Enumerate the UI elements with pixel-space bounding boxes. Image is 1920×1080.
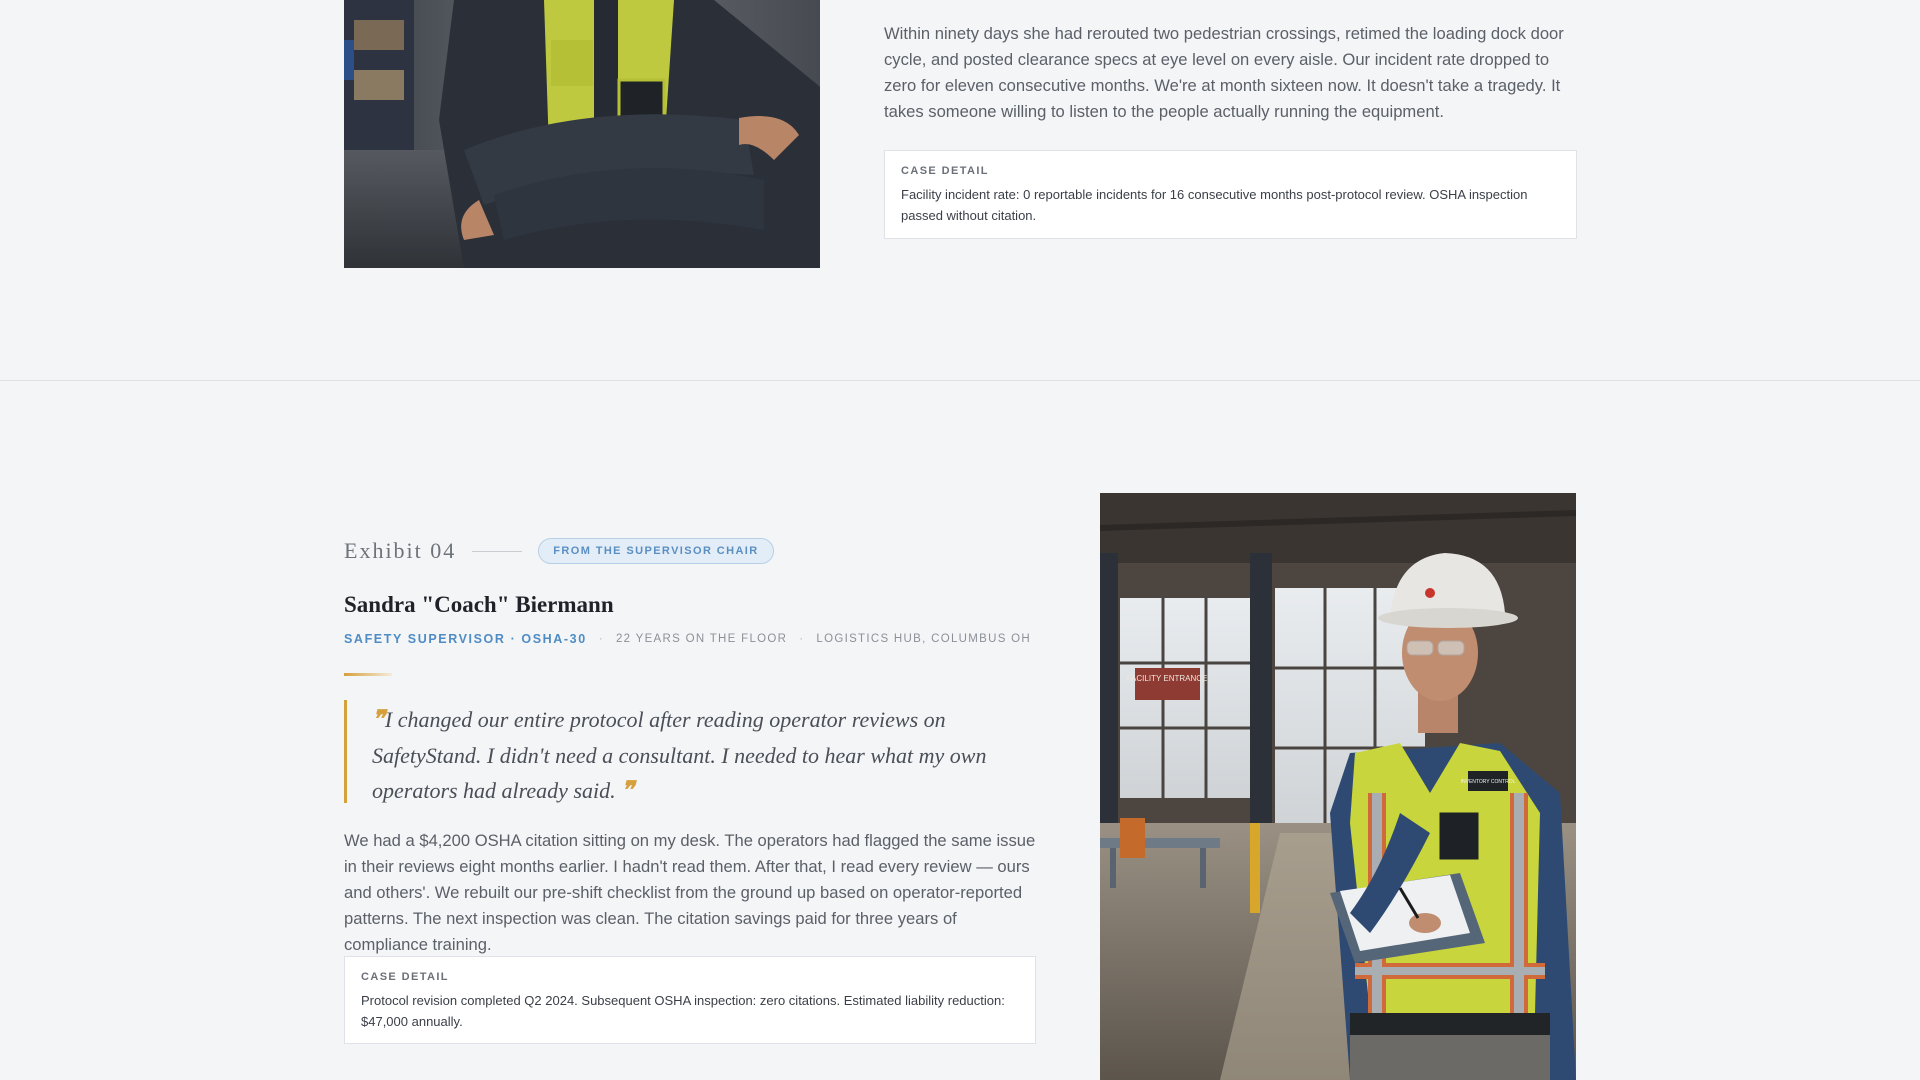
section-divider (0, 380, 1920, 381)
person-meta: SAFETY SUPERVISOR · OSHA-30 · 22 YEARS O… (344, 632, 1031, 646)
case-detail-text: Protocol revision completed Q2 2024. Sub… (361, 993, 1005, 1029)
facility-sign-text: FACILITY ENTRANCE (1127, 674, 1208, 683)
exhibit-03-body: Within ninety days she had rerouted two … (884, 24, 1564, 121)
exhibit-number: Exhibit 04 (344, 538, 457, 563)
case-detail-label: CASE DETAIL (361, 971, 449, 983)
person-location: LOGISTICS HUB, COLUMBUS OH (816, 633, 1032, 645)
open-quote-icon: ❞ (372, 707, 385, 733)
exhibit-04-case-detail: CASE DETAIL Protocol revision completed … (344, 956, 1036, 1044)
close-quote-icon: ❞ (621, 778, 635, 804)
exhibit-header: Exhibit 04 FROM THE SUPERVISOR CHAIR (344, 538, 774, 564)
case-detail-label: CASE DETAIL (901, 165, 989, 177)
person-role: SAFETY SUPERVISOR · OSHA-30 (344, 632, 587, 646)
vest-badge-text: INVENTORY CONTROL (1461, 779, 1516, 785)
exhibit-04-photo: FACILITY ENTRANCE INVENTORY CONTROL (1100, 493, 1576, 1080)
quote-text: I changed our entire protocol after read… (372, 707, 987, 803)
exhibit-03-case-detail: CASE DETAIL Facility incident rate: 0 re… (884, 150, 1577, 239)
case-detail-text: Facility incident rate: 0 reportable inc… (901, 187, 1528, 223)
accent-bar (344, 673, 392, 676)
person-tenure: 22 YEARS ON THE FLOOR (615, 633, 788, 645)
exhibit-03-photo (344, 0, 820, 268)
pull-quote: ❞I changed our entire protocol after rea… (344, 700, 1034, 804)
exhibit-04-body: We had a $4,200 OSHA citation sitting on… (344, 831, 1036, 954)
meta-separator: · (598, 633, 604, 645)
exhibit-badge: FROM THE SUPERVISOR CHAIR (538, 538, 774, 564)
exhibit-rule (472, 550, 523, 552)
meta-separator: · (799, 633, 805, 645)
person-name: Sandra "Coach" Biermann (344, 592, 614, 617)
